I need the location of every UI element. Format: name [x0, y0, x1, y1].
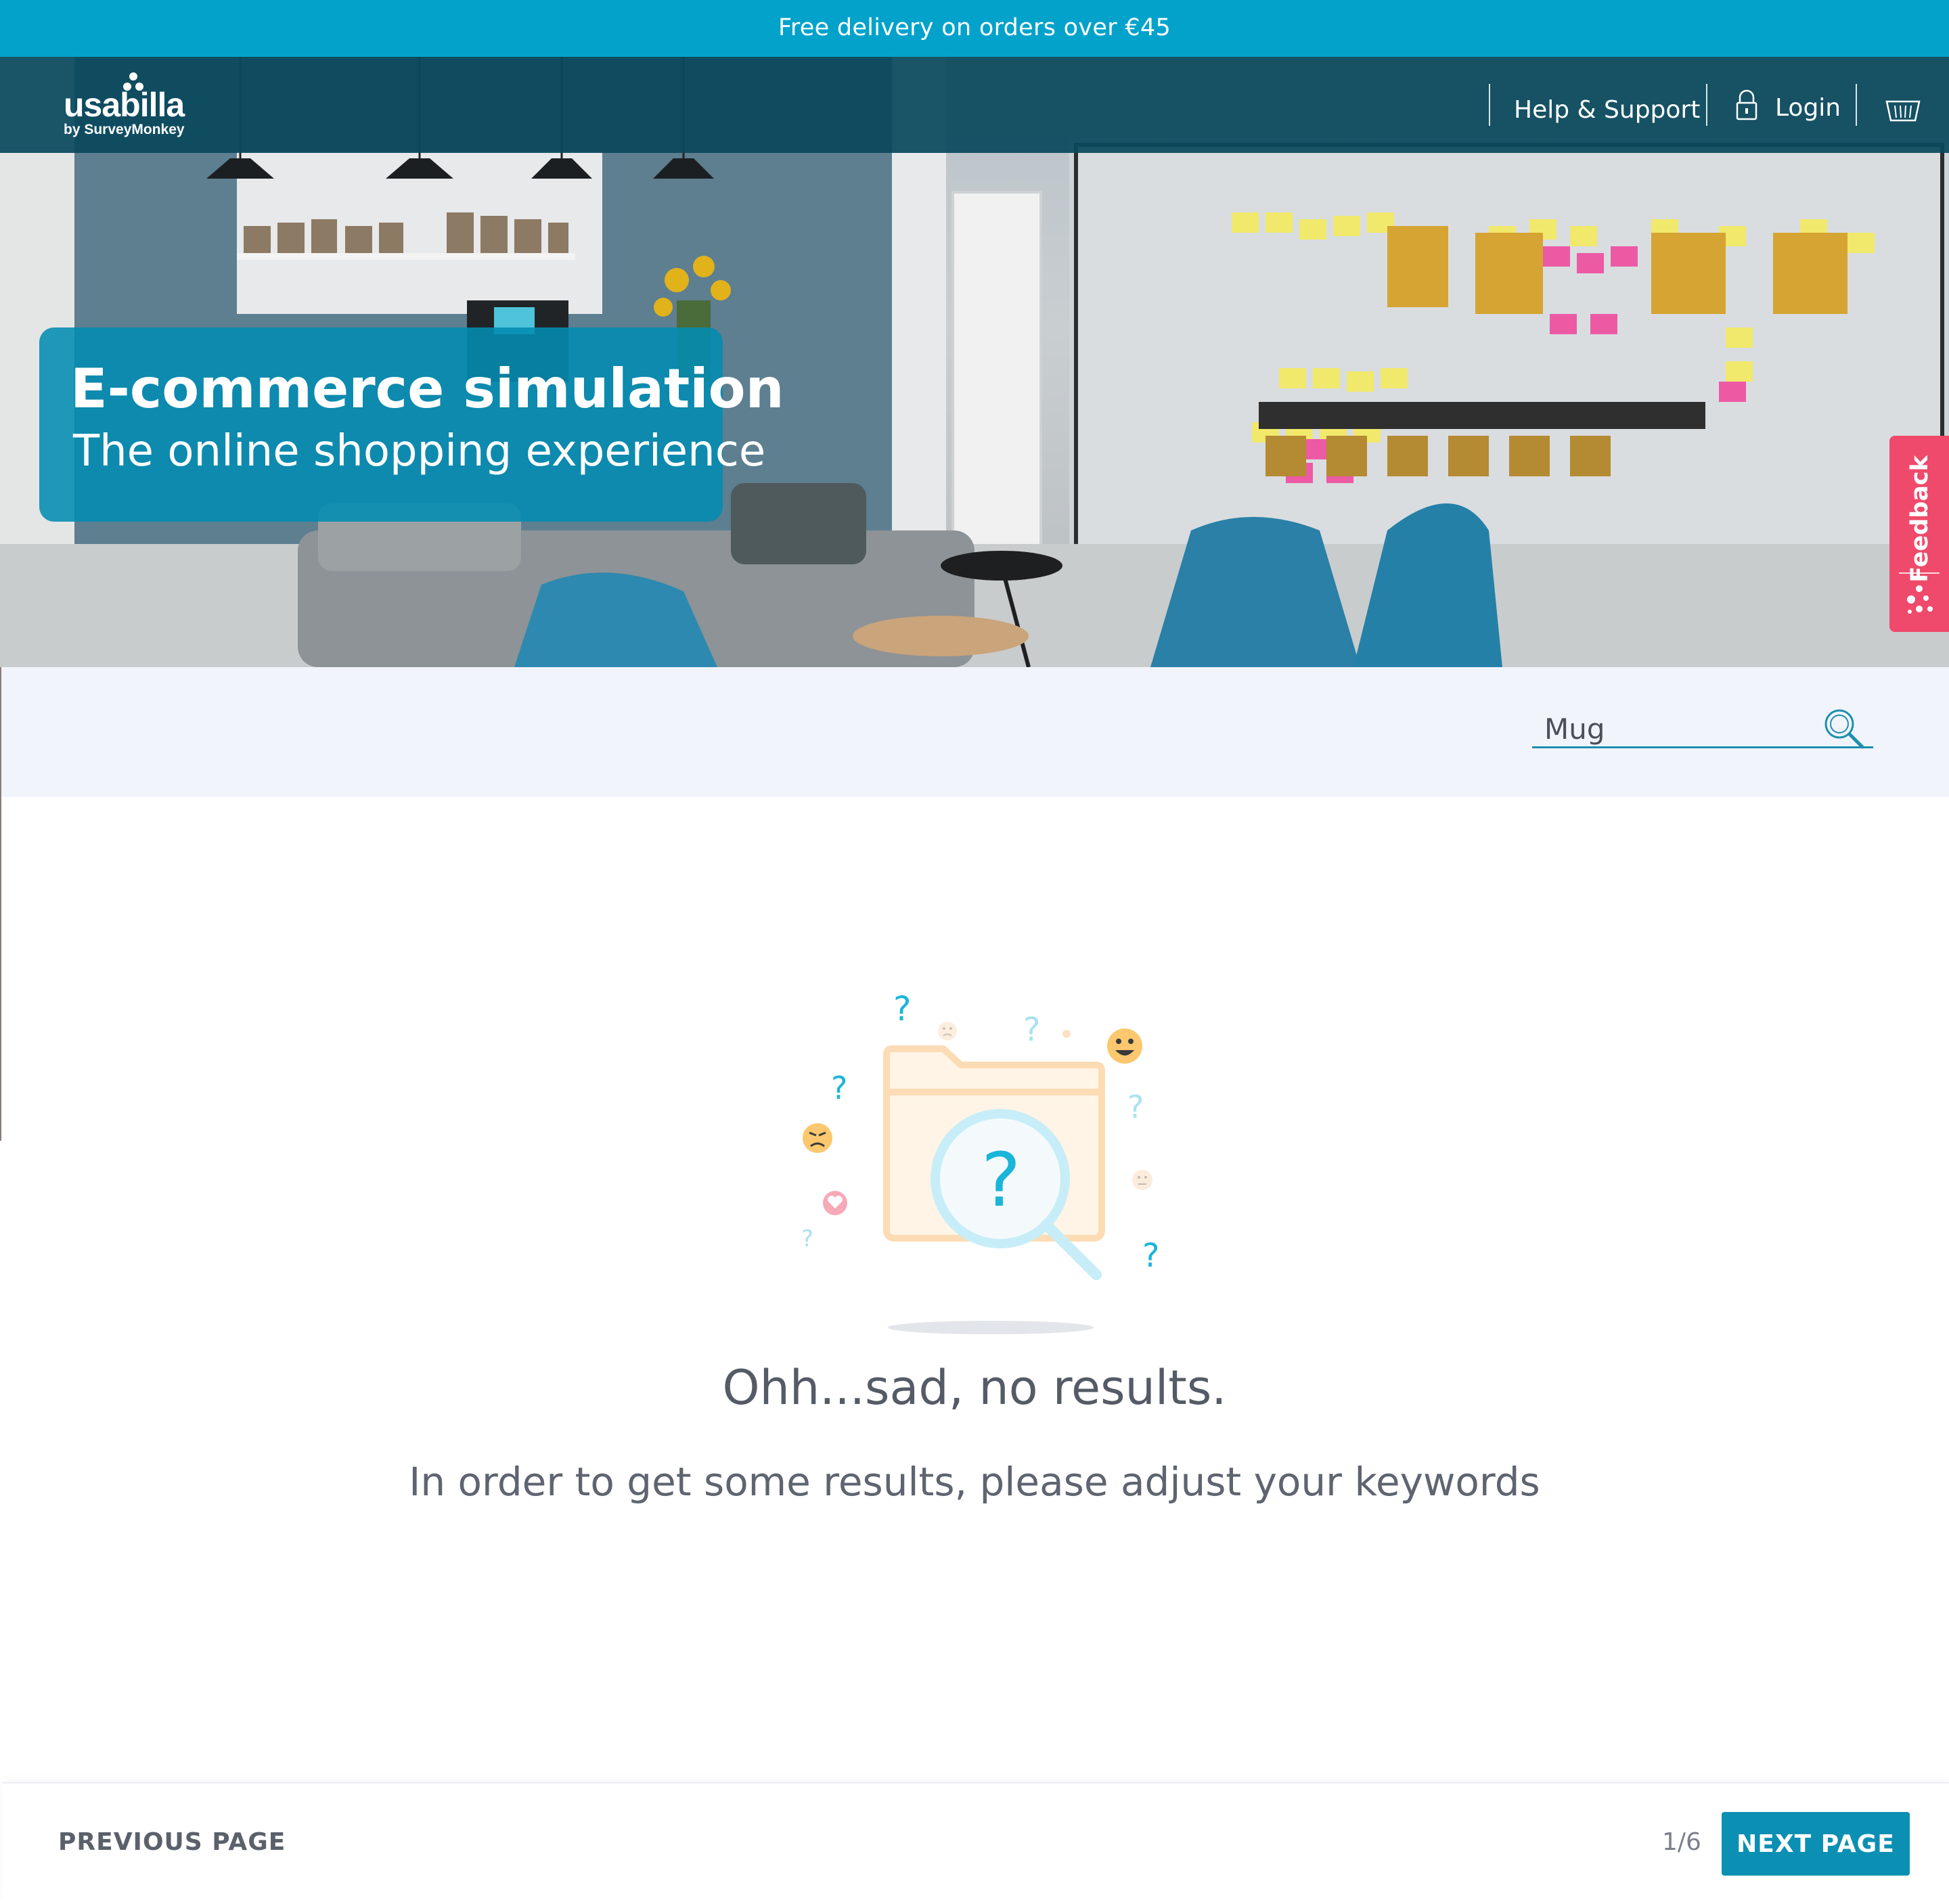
- question-mark-icon: ?: [831, 1070, 847, 1106]
- top-navigation: usabilla by SurveyMonkey Help & Support …: [0, 57, 1949, 153]
- search-bar-area: [0, 667, 1949, 797]
- page-indicator: 1/6: [1662, 1828, 1701, 1856]
- question-mark-icon: ?: [1127, 1089, 1144, 1125]
- search-field[interactable]: [1532, 706, 1873, 751]
- question-mark-icon: ?: [801, 1225, 813, 1252]
- angry-face-icon: [803, 1123, 832, 1153]
- next-page-button[interactable]: NEXT PAGE: [1722, 1812, 1910, 1876]
- search-input[interactable]: [1544, 712, 1815, 746]
- feedback-tab[interactable]: Feedback: [1889, 436, 1949, 632]
- nav-divider: [1706, 84, 1707, 126]
- help-support-link[interactable]: Help & Support: [1514, 57, 1700, 153]
- heart-icon: [823, 1191, 847, 1215]
- hero-subtitle: The online shopping experience: [73, 426, 766, 476]
- happy-face-icon: [1107, 1028, 1142, 1064]
- page-left-edge: [0, 667, 1, 1141]
- no-results-title: Ohh...sad, no results.: [722, 1360, 1227, 1415]
- nav-divider: [1489, 84, 1490, 126]
- promo-text: Free delivery on orders over €45: [778, 14, 1171, 41]
- no-results-subtitle: In order to get some results, please adj…: [409, 1459, 1540, 1505]
- login-link[interactable]: Login: [1775, 57, 1841, 153]
- logo-tagline: by SurveyMonkey: [64, 122, 185, 137]
- promo-banner: Free delivery on orders over €45: [0, 0, 1949, 57]
- neutral-face-icon: [1132, 1170, 1152, 1190]
- feedback-label: Feedback: [1906, 455, 1933, 583]
- svg-text:?: ?: [981, 1137, 1021, 1223]
- no-results-illustration: ? ? ? ? ? ? ?: [801, 989, 1159, 1334]
- basket-icon[interactable]: [1885, 95, 1921, 122]
- search-icon[interactable]: [1822, 706, 1866, 751]
- question-mark-icon: ?: [893, 989, 912, 1028]
- previous-page-button[interactable]: PREVIOUS PAGE: [58, 1828, 286, 1856]
- hero-section: usabilla by SurveyMonkey Help & Support …: [0, 57, 1949, 667]
- feedback-divider: [1899, 572, 1940, 574]
- lock-icon[interactable]: [1735, 88, 1758, 122]
- question-mark-icon: ?: [1142, 1237, 1159, 1275]
- hero-title: E-commerce simulation: [70, 357, 784, 420]
- usabilla-dots-icon: [1907, 585, 1933, 614]
- nav-divider: [1856, 84, 1857, 126]
- question-mark-icon: ?: [1023, 1011, 1040, 1049]
- sad-face-icon: [938, 1022, 957, 1041]
- hero-title-card: E-commerce simulation The online shoppin…: [39, 327, 784, 522]
- usabilla-logo[interactable]: usabilla by SurveyMonkey: [64, 72, 185, 138]
- usabilla-dots-icon: [123, 72, 143, 91]
- pagination-bar: PREVIOUS PAGE 1/6 NEXT PAGE: [3, 1782, 1949, 1904]
